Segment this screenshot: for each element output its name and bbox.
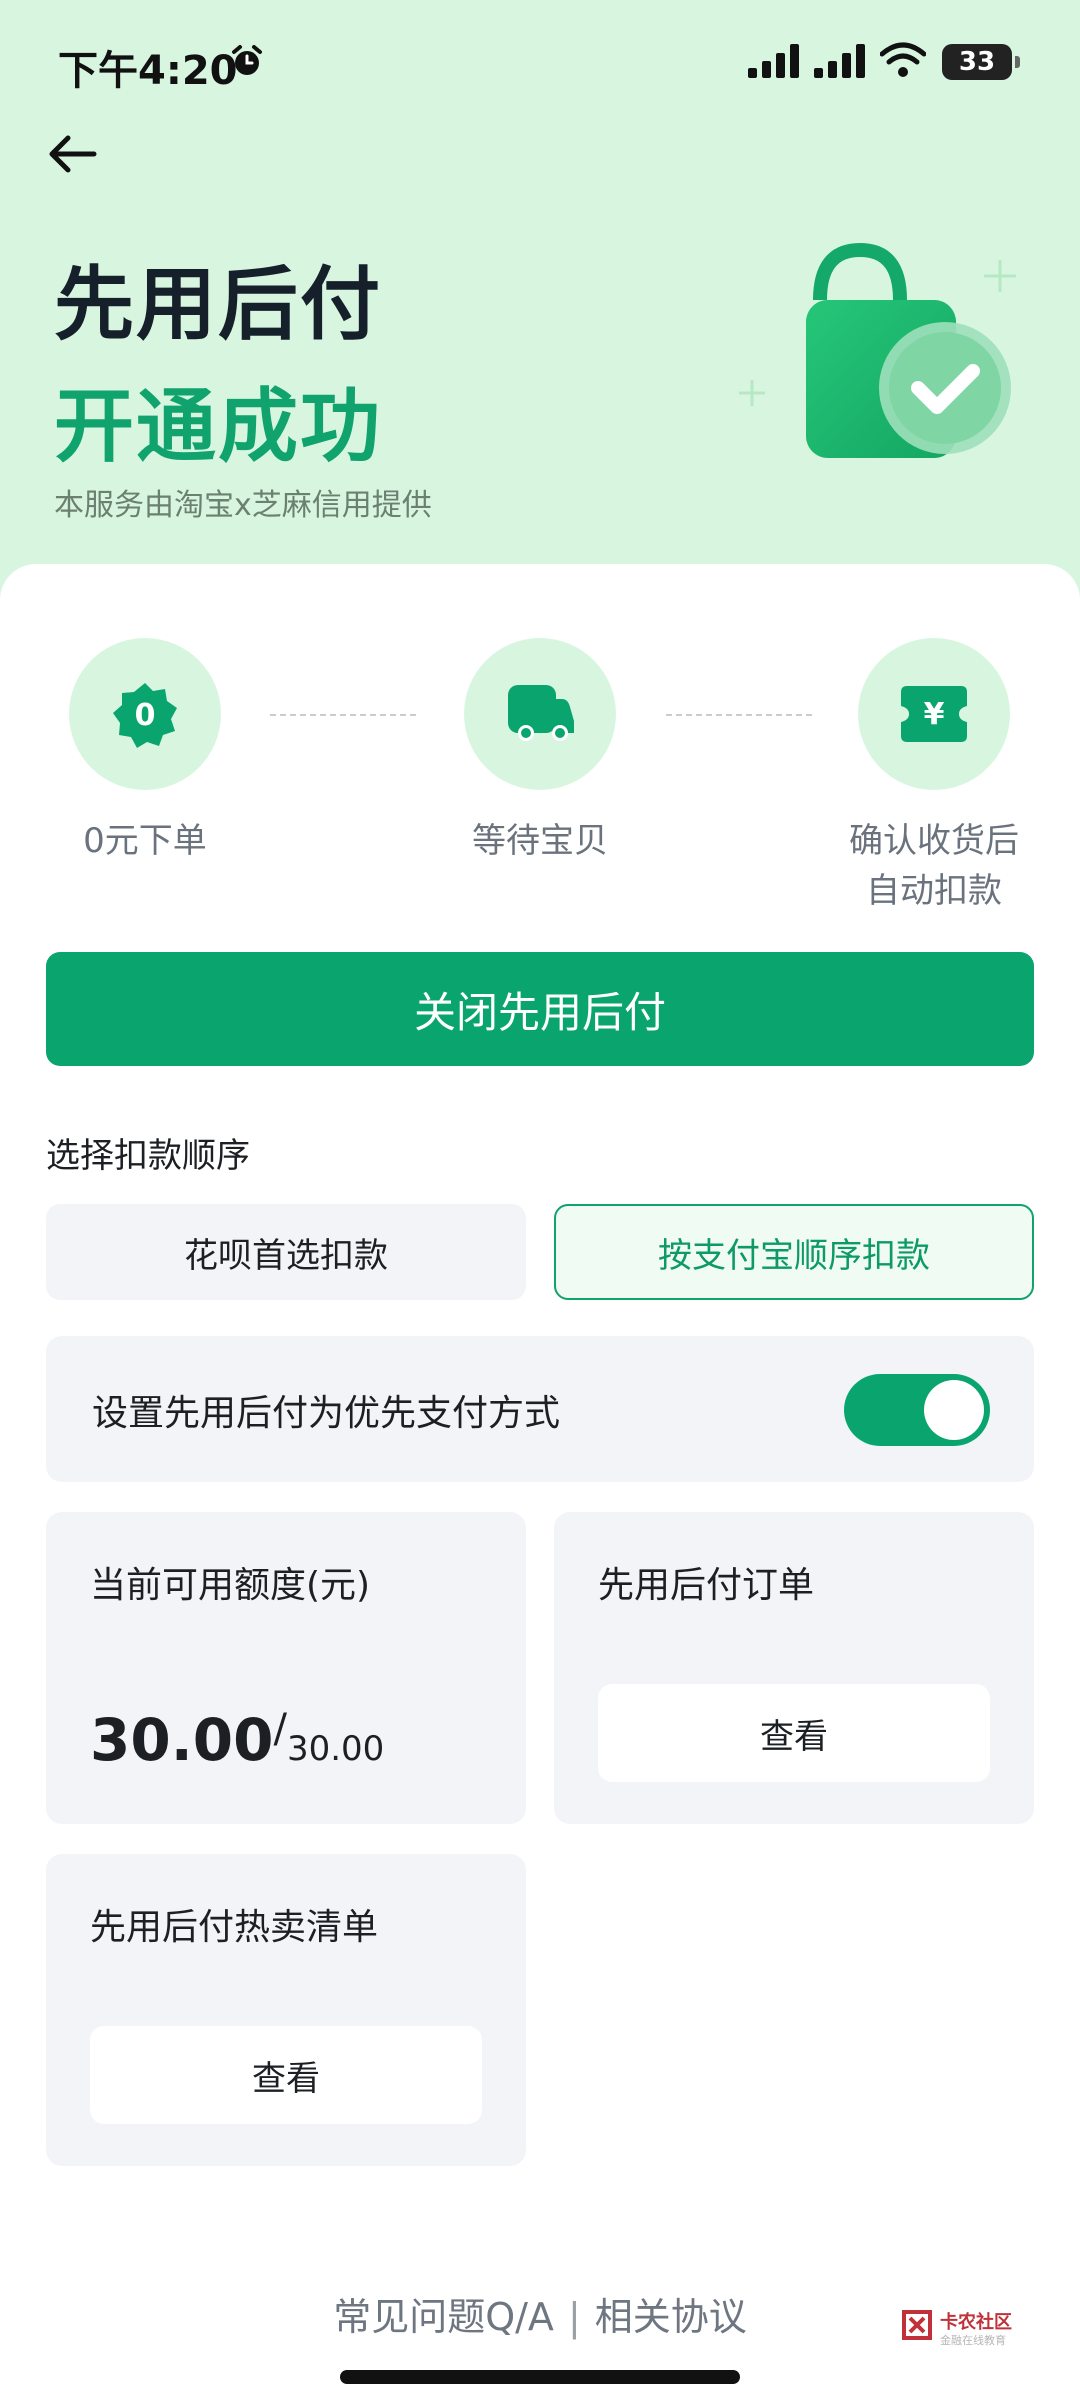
- footer-separator: |: [567, 2295, 581, 2339]
- status-bar: 下午4:20 33: [0, 0, 1080, 120]
- faq-link[interactable]: 常见问题Q/A: [333, 2295, 554, 2339]
- toggle-knob: [924, 1380, 984, 1440]
- shopping-bag-check-icon: [739, 242, 1016, 458]
- home-indicator[interactable]: [340, 2370, 740, 2384]
- step-label-order: 0元下单: [83, 821, 207, 861]
- arrow-left-icon[interactable]: [44, 130, 100, 178]
- hot-list-title: 先用后付热卖清单: [90, 1907, 379, 1948]
- step-label-confirm: 确认收货后: [849, 821, 1019, 861]
- orders-title: 先用后付订单: [598, 1565, 815, 1606]
- step-waiting: [464, 638, 616, 790]
- view-hot-list-button[interactable]: 查看: [90, 2026, 482, 2124]
- available-credit-title: 当前可用额度(元): [90, 1565, 371, 1606]
- yuan-badge-text: ¥: [924, 697, 945, 732]
- close-service-button[interactable]: 关闭先用后付: [46, 952, 1034, 1066]
- option-huabei-first[interactable]: 花呗首选扣款: [46, 1204, 526, 1300]
- priority-payment-label: 设置先用后付为优先支付方式: [92, 1393, 561, 1434]
- battery-level: 33: [958, 47, 996, 77]
- cell-signal-icon: [748, 44, 799, 78]
- step-order-zero: 0: [69, 638, 221, 790]
- step-connector: [270, 714, 416, 716]
- credit-total: 30.00: [286, 1729, 385, 1769]
- agreement-link[interactable]: 相关协议: [595, 2295, 747, 2339]
- zero-badge-text: 0: [135, 698, 156, 733]
- watermark: 卡农社区 金融在线教育: [900, 2308, 1030, 2352]
- yuan-ticket-icon: ¥: [901, 686, 967, 742]
- page-title: 先用后付: [54, 258, 382, 351]
- orders-card: 先用后付订单 查看: [554, 1512, 1034, 1824]
- view-orders-button[interactable]: 查看: [598, 1684, 990, 1782]
- watermark-sub: 金融在线教育: [940, 2334, 1006, 2347]
- step-auto-deduct: ¥: [858, 638, 1010, 790]
- page-subtitle-success: 开通成功: [54, 380, 382, 473]
- priority-payment-row: 设置先用后付为优先支付方式: [46, 1336, 1034, 1482]
- status-time: 下午4:20: [58, 48, 238, 94]
- credit-separator: /: [273, 1706, 287, 1752]
- hot-list-card: 先用后付热卖清单 查看: [46, 1854, 526, 2166]
- watermark-logo-icon: [902, 2310, 932, 2340]
- option-alipay-order[interactable]: 按支付宝顺序扣款: [554, 1204, 1034, 1300]
- truck-icon: [508, 685, 574, 741]
- watermark-name: 卡农社区: [940, 2312, 1012, 2333]
- alarm-icon: [232, 45, 262, 75]
- step-label-deduct: 自动扣款: [866, 871, 1002, 911]
- credit-amount: 30.00/30.00: [90, 1706, 384, 1774]
- cell-signal-icon: [814, 44, 865, 78]
- step-label-waiting: 等待宝贝: [472, 821, 608, 861]
- zero-badge-icon: 0: [113, 683, 177, 748]
- available-credit-card: 当前可用额度(元) 30.00/30.00: [46, 1512, 526, 1824]
- wifi-icon: [880, 42, 926, 77]
- battery-icon: 33: [942, 44, 1020, 80]
- provider-note: 本服务由淘宝x芝麻信用提供: [54, 488, 432, 523]
- step-connector: [666, 714, 812, 716]
- deduction-order-label: 选择扣款顺序: [46, 1136, 250, 1176]
- priority-payment-toggle[interactable]: [844, 1374, 990, 1446]
- credit-available: 30.00: [90, 1706, 274, 1774]
